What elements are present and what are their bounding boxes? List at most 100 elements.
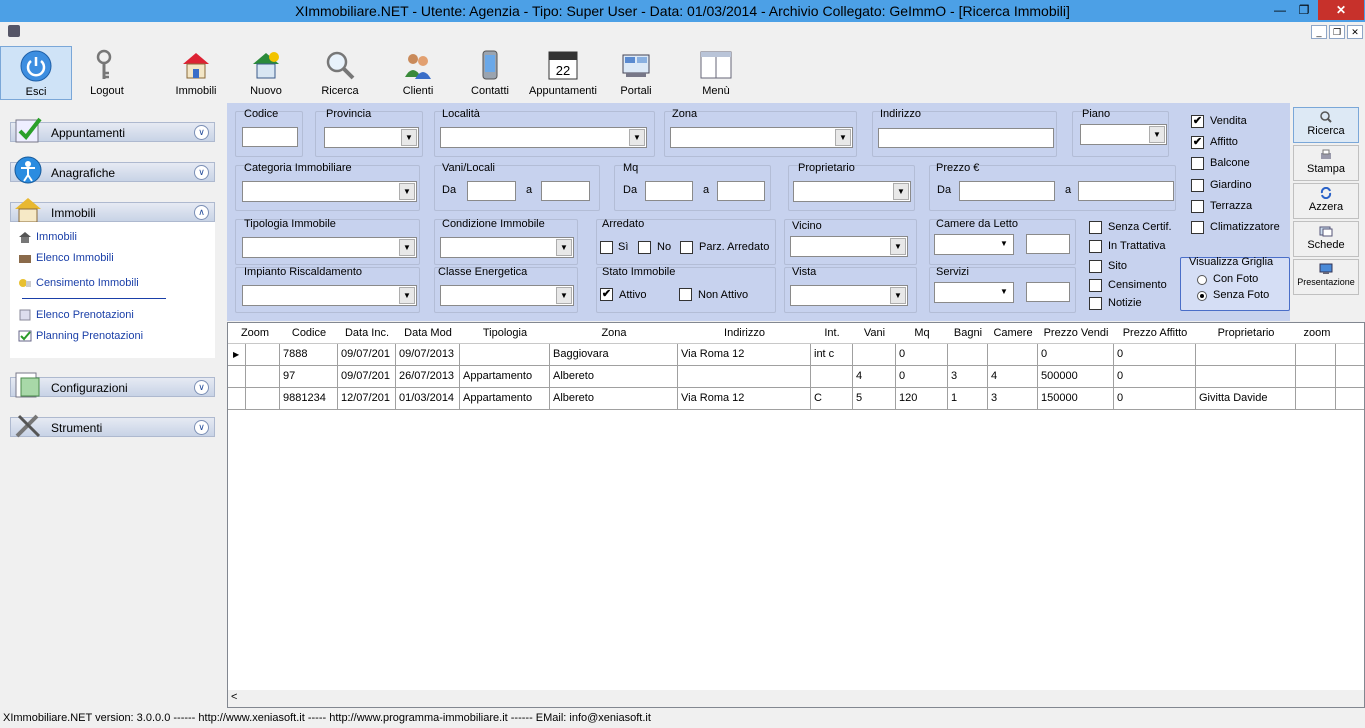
cell-codice[interactable]: 9881234: [280, 388, 338, 409]
cell-zona[interactable]: Baggiovara: [550, 344, 678, 365]
chevron-down-icon[interactable]: ∨: [194, 125, 209, 140]
col-zoom[interactable]: Zoom: [230, 327, 280, 339]
censimento-checkbox[interactable]: [1089, 279, 1102, 292]
codice-input[interactable]: [242, 127, 298, 147]
vendita-checkbox[interactable]: ✔: [1191, 115, 1204, 128]
cell-zoom-right[interactable]: [1296, 366, 1336, 387]
balcone-checkbox[interactable]: [1191, 157, 1204, 170]
cell-mq[interactable]: 0: [896, 366, 948, 387]
proprietario-select[interactable]: ▼: [793, 181, 911, 202]
chevron-up-icon[interactable]: ∧: [194, 205, 209, 220]
cell-zoom-right[interactable]: [1296, 388, 1336, 409]
cell-zoom[interactable]: [246, 388, 280, 409]
cell-data-mod[interactable]: 26/07/2013: [396, 366, 460, 387]
cell-data-inc[interactable]: 09/07/201: [338, 344, 396, 365]
scroll-left-icon[interactable]: <: [231, 691, 237, 703]
mdi-restore-button[interactable]: ❐: [1329, 25, 1345, 39]
cell-tipologia[interactable]: [460, 344, 550, 365]
dropdown-arrow-icon[interactable]: ▼: [399, 287, 415, 304]
cell-mq[interactable]: 0: [896, 344, 948, 365]
cell-proprietario[interactable]: Givitta Davide: [1196, 388, 1296, 409]
col-data-mod[interactable]: Data Mod: [396, 327, 460, 339]
provincia-select[interactable]: ▼: [324, 127, 419, 148]
cell-prezzo-affitto[interactable]: 0: [1114, 366, 1196, 387]
cell-bagni[interactable]: 1: [948, 388, 988, 409]
classe-select[interactable]: ▼: [440, 285, 574, 306]
cell-bagni[interactable]: [948, 344, 988, 365]
logout-button[interactable]: Logout: [80, 46, 134, 100]
sito-checkbox[interactable]: [1089, 260, 1102, 273]
non-attivo-checkbox[interactable]: [679, 288, 692, 301]
dropdown-arrow-icon[interactable]: ▼: [835, 129, 851, 146]
cell-mq[interactable]: 120: [896, 388, 948, 409]
parz-arredato-checkbox[interactable]: [680, 241, 693, 254]
esci-button[interactable]: Esci: [0, 46, 72, 100]
localita-select[interactable]: ▼: [440, 127, 647, 148]
cell-prezzo-vendita[interactable]: 0: [1038, 344, 1114, 365]
prezzo-da-input[interactable]: [959, 181, 1055, 201]
cell-codice[interactable]: 97: [280, 366, 338, 387]
col-codice[interactable]: Codice: [280, 327, 338, 339]
group-configurazioni[interactable]: Configurazioni ∨: [10, 372, 215, 398]
col-indirizzo[interactable]: Indirizzo: [678, 327, 811, 339]
cell-tipologia[interactable]: Appartamento: [460, 388, 550, 409]
col-tipologia[interactable]: Tipologia: [460, 327, 550, 339]
camere-input[interactable]: [1026, 234, 1070, 254]
restore-button[interactable]: ❐: [1291, 0, 1317, 20]
giardino-checkbox[interactable]: [1191, 179, 1204, 192]
dropdown-arrow-icon[interactable]: ▼: [399, 183, 415, 200]
schede-button[interactable]: Schede: [1293, 221, 1359, 257]
dropdown-arrow-icon[interactable]: ▼: [556, 287, 572, 304]
col-zoom-right[interactable]: zoom: [1296, 327, 1338, 339]
cell-vani[interactable]: 5: [853, 388, 896, 409]
cell-prezzo-vendita[interactable]: 150000: [1038, 388, 1114, 409]
cell-prezzo-affitto[interactable]: 0: [1114, 344, 1196, 365]
vani-da-input[interactable]: [467, 181, 516, 201]
mq-da-input[interactable]: [645, 181, 693, 201]
dropdown-arrow-icon[interactable]: ▼: [629, 129, 645, 146]
cell-int[interactable]: int c: [811, 344, 853, 365]
cell-camere[interactable]: [988, 344, 1038, 365]
mdi-minimize-button[interactable]: _: [1311, 25, 1327, 39]
cell-proprietario[interactable]: [1196, 344, 1296, 365]
cell-vani[interactable]: [853, 344, 896, 365]
cell-vani[interactable]: 4: [853, 366, 896, 387]
mq-a-input[interactable]: [717, 181, 765, 201]
col-mq[interactable]: Mq: [896, 327, 948, 339]
app-icon[interactable]: [8, 25, 20, 37]
climatizzatore-checkbox[interactable]: [1191, 221, 1204, 234]
minimize-button[interactable]: —: [1267, 0, 1293, 20]
sub-elenco-immobili[interactable]: Elenco Immobili: [18, 252, 114, 264]
affitto-checkbox[interactable]: ✔: [1191, 136, 1204, 149]
mdi-close-button[interactable]: ✕: [1347, 25, 1363, 39]
chevron-down-icon[interactable]: ∨: [194, 165, 209, 180]
immobili-button[interactable]: Immobili: [170, 46, 222, 100]
no-checkbox[interactable]: [638, 241, 651, 254]
categoria-select[interactable]: ▼: [242, 181, 417, 202]
zona-select[interactable]: ▼: [670, 127, 853, 148]
con-foto-radio[interactable]: [1197, 275, 1207, 285]
prezzo-a-input[interactable]: [1078, 181, 1174, 201]
dropdown-arrow-icon[interactable]: ▼: [890, 238, 906, 255]
cell-zoom-right[interactable]: [1296, 344, 1336, 365]
row-header-cell[interactable]: [228, 388, 246, 409]
camere-select[interactable]: ▼: [934, 234, 1014, 255]
stampa-button[interactable]: Stampa: [1293, 145, 1359, 181]
senza-certif-checkbox[interactable]: [1089, 221, 1102, 234]
dropdown-arrow-icon[interactable]: ▼: [556, 239, 572, 256]
sub-immobili[interactable]: Immobili: [18, 231, 77, 244]
table-row[interactable]: 97 09/07/201 26/07/2013 Appartamento Alb…: [228, 366, 1364, 388]
table-row[interactable]: ▶ 7888 09/07/201 09/07/2013 Baggiovara V…: [228, 344, 1364, 366]
cell-indirizzo[interactable]: Via Roma 12: [678, 344, 811, 365]
attivo-checkbox[interactable]: ✔: [600, 288, 613, 301]
col-zona[interactable]: Zona: [550, 327, 678, 339]
si-checkbox[interactable]: [600, 241, 613, 254]
cell-proprietario[interactable]: [1196, 366, 1296, 387]
piano-select[interactable]: ▼: [1080, 124, 1167, 145]
cell-camere[interactable]: 4: [988, 366, 1038, 387]
cell-data-inc[interactable]: 12/07/201: [338, 388, 396, 409]
notizie-checkbox[interactable]: [1089, 297, 1102, 310]
in-trattativa-checkbox[interactable]: [1089, 240, 1102, 253]
cell-camere[interactable]: 3: [988, 388, 1038, 409]
senza-foto-radio[interactable]: [1197, 291, 1207, 301]
